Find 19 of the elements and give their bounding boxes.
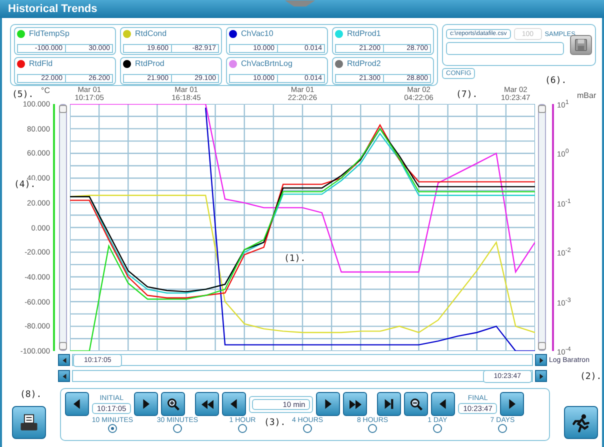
axis-unit: mBar	[577, 91, 596, 100]
callout-number: (5).	[12, 90, 34, 100]
channel-name: ChVac10	[241, 29, 274, 38]
channel-name: RtdProd	[135, 59, 164, 68]
channel-name: ChVacBrtnLog	[241, 59, 292, 68]
callout-number: (7).	[456, 90, 478, 100]
callout-number: (4).	[14, 180, 36, 190]
callout-number: (2).	[580, 372, 602, 382]
channel-name: RtdCond	[135, 29, 167, 38]
axis-unit: °C	[41, 86, 50, 95]
window-title: Historical Trends	[8, 3, 98, 15]
channel-name: RtdProd2	[347, 59, 381, 68]
channel-name: RtdFld	[29, 59, 53, 68]
callout-number: (8).	[20, 390, 42, 400]
callout-number: (3).	[264, 418, 286, 428]
callout-number: (1).	[284, 254, 306, 264]
callout-number: (6).	[545, 76, 567, 86]
channel-name: FldTempSp	[29, 29, 70, 38]
channel-name: RtdProd1	[347, 29, 381, 38]
